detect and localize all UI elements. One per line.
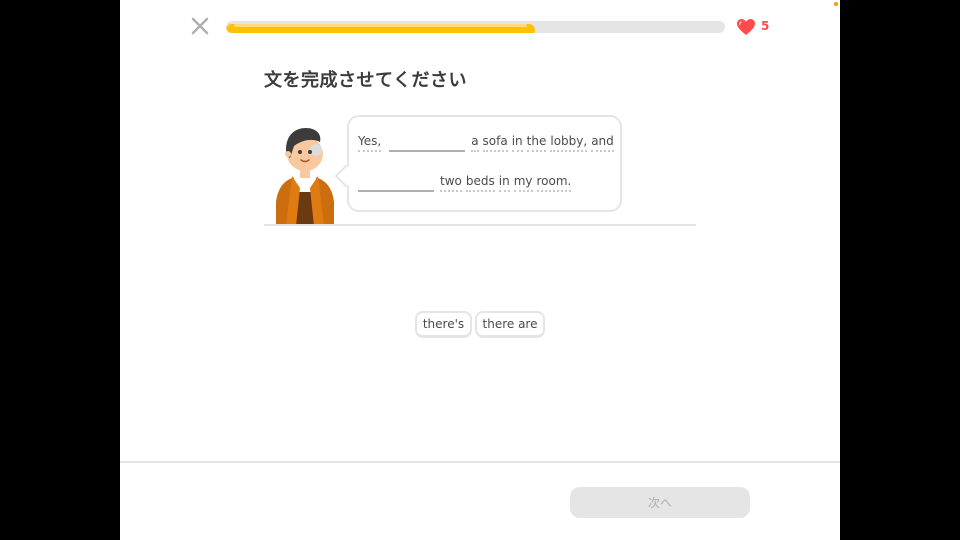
sentence-word[interactable]: a	[471, 134, 479, 152]
sentence-word[interactable]: Yes,	[358, 134, 382, 152]
close-icon[interactable]	[189, 15, 211, 37]
sentence-word[interactable]: the	[526, 134, 547, 152]
answer-blank-2[interactable]	[358, 166, 434, 192]
sentence-word[interactable]: my	[513, 174, 533, 192]
lesson-progress-bar	[226, 21, 725, 33]
sentence-word[interactable]: sofa	[482, 134, 508, 152]
sentence-word[interactable]: in	[498, 174, 510, 192]
answer-blank-1[interactable]	[389, 126, 466, 152]
page-title: 文を完成させてください	[264, 70, 467, 91]
footer-divider	[120, 461, 840, 463]
sentence-line-1: Yes, a sofa in the lobby, and	[358, 128, 618, 152]
prompt-divider	[264, 224, 696, 226]
hearts-count: 5	[761, 19, 770, 33]
sentence-word[interactable]: beds	[465, 174, 495, 192]
character-illustration	[276, 128, 334, 226]
sentence-line-2: two beds in my room.	[358, 168, 575, 192]
word-tile-there-are[interactable]: there are	[475, 311, 545, 338]
word-tile-theres[interactable]: there's	[415, 311, 472, 338]
next-button[interactable]: 次へ	[570, 487, 750, 518]
notification-dot	[834, 2, 838, 6]
sentence-word[interactable]: room.	[536, 174, 572, 192]
sentence-word[interactable]: two	[440, 174, 462, 192]
progress-fill	[226, 24, 536, 33]
sentence-word[interactable]: lobby,	[550, 134, 588, 152]
sentence-word[interactable]: in	[511, 134, 523, 152]
sentence-word[interactable]: and	[591, 134, 614, 152]
lesson-screen: 5 文を完成させてください Yes, a sofa in the lobby, …	[120, 0, 840, 540]
heart-icon	[737, 19, 755, 35]
